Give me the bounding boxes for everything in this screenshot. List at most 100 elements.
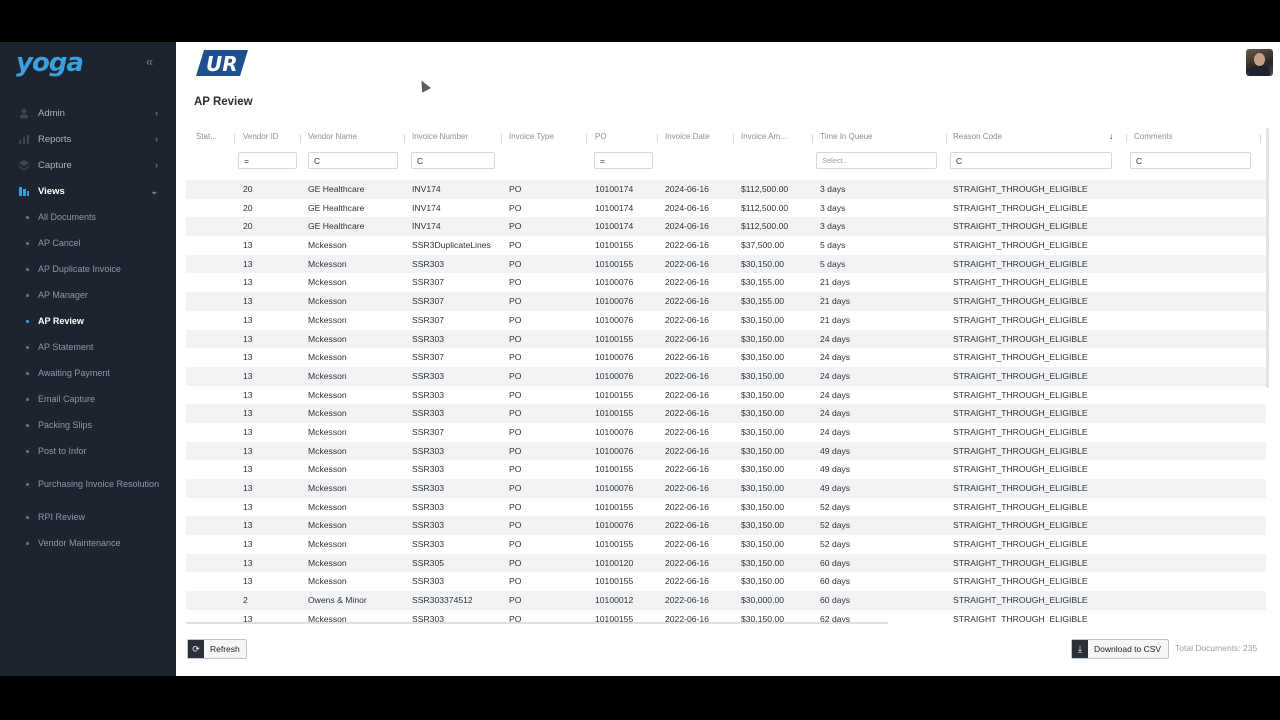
column-separator[interactable] <box>586 134 587 143</box>
user-avatar[interactable] <box>1246 49 1273 76</box>
column-separator[interactable] <box>501 134 502 143</box>
sidebar-item-email-capture[interactable]: Email Capture <box>0 386 176 412</box>
column-header-reason-code[interactable]: Reason Code <box>953 132 1002 141</box>
sidebar-item-rpi-review[interactable]: RPI Review <box>0 504 176 530</box>
sidebar-item-packing-slips[interactable]: Packing Slips <box>0 412 176 438</box>
column-header-comments[interactable]: Comments <box>1134 132 1173 141</box>
table-row[interactable]: 13 Mckesson SSR307 PO 10100076 2022-06-16 $30,… <box>186 311 1266 330</box>
cell-vendor-name: Mckesson <box>308 370 347 381</box>
column-header-po[interactable]: PO <box>595 132 607 141</box>
table-row[interactable]: 13 Mckesson SSR303 PO 10100155 2022-06-16 $30,… <box>186 610 1266 622</box>
sidebar-item-reports[interactable]: Reports › <box>0 126 176 152</box>
sidebar-item-post-to-infor[interactable]: Post to Infor <box>0 438 176 464</box>
column-header-vendor-id[interactable]: Vendor ID <box>243 132 279 141</box>
cell-vendor-id: 13 <box>243 464 253 475</box>
chevron-right-icon: › <box>155 108 158 118</box>
table-row[interactable]: 13 Mckesson SSR303 PO 10100155 2022-06-16 $30,… <box>186 498 1266 517</box>
cell-po: 10100155 <box>595 258 634 269</box>
comments-filter[interactable]: C <box>1130 152 1251 169</box>
yoga-logo[interactable]: yoga <box>16 48 84 78</box>
cell-po: 10100155 <box>595 389 634 400</box>
table-row[interactable]: 20 GE Healthcare INV174 PO 10100174 2024-06-1… <box>186 199 1266 218</box>
column-separator[interactable] <box>300 134 301 143</box>
po-filter[interactable]: = <box>594 152 653 169</box>
column-separator[interactable] <box>1260 134 1261 143</box>
table-row[interactable]: 13 Mckesson SSR303 PO 10100076 2022-06-16 $30,… <box>186 479 1266 498</box>
cell-po: 10100155 <box>595 576 634 587</box>
horizontal-scrollbar[interactable] <box>186 622 888 624</box>
cell-invoice-date: 2022-06-16 <box>665 520 709 531</box>
sidebar-item-capture[interactable]: Capture › <box>0 152 176 178</box>
column-header-vendor-name[interactable]: Vendor Name <box>308 132 357 141</box>
column-separator[interactable] <box>812 134 813 143</box>
sidebar-item-views[interactable]: Views ⌄ <box>0 178 176 204</box>
column-separator[interactable] <box>733 134 734 143</box>
cell-invoice-type: PO <box>509 333 522 344</box>
table-row[interactable]: 13 Mckesson SSR303 PO 10100155 2022-06-16 $30,… <box>186 254 1266 274</box>
cell-vendor-name: Mckesson <box>308 277 347 288</box>
table-row[interactable]: 13 Mckesson SSR303 PO 10100155 2022-06-16 $30,… <box>186 404 1266 423</box>
cell-po: 10100076 <box>595 483 634 493</box>
table-row[interactable]: 13 Mckesson SSR307 PO 10100076 2022-06-16 $30,… <box>186 423 1266 442</box>
cell-invoice-number: SSR303 <box>412 445 445 456</box>
column-header-invoice-number[interactable]: Invoice Number <box>412 132 468 141</box>
sidebar-item-all-documents[interactable]: All Documents <box>0 204 176 230</box>
cell-invoice-amount: $30,150.00 <box>741 445 785 456</box>
vendor-id-filter[interactable]: = <box>238 152 297 169</box>
table-row[interactable]: 2 Owens & Minor SSR303374512 PO 10100012 2022… <box>186 591 1266 610</box>
table-row[interactable]: 20 GE Healthcare INV174 PO 10100174 2024-06-1… <box>186 180 1266 199</box>
table-row[interactable]: 13 Mckesson SSR307 PO 10100076 2022-06-16 $30,… <box>186 292 1266 311</box>
column-header-invoice-type[interactable]: Invoice Type <box>509 132 554 141</box>
sort-descending-icon[interactable]: ↓ <box>1109 131 1114 141</box>
sidebar-item-ap-manager[interactable]: AP Manager <box>0 282 176 308</box>
column-header-status[interactable]: Stat... <box>196 132 217 141</box>
table-row[interactable]: 13 Mckesson SSR307 PO 10100076 2022-06-16 $30,… <box>186 348 1266 367</box>
table-row[interactable]: 13 Mckesson SSR303 PO 10100155 2022-06-16 $30,… <box>186 329 1266 349</box>
refresh-button[interactable]: ⟳ Refresh <box>187 639 247 659</box>
table-row[interactable]: 13 Mckesson SSR303 PO 10100155 2022-06-16 $30,… <box>186 535 1266 554</box>
sidebar-item-ap-cancel[interactable]: AP Cancel <box>0 230 176 256</box>
column-separator[interactable] <box>657 134 658 143</box>
table-row[interactable]: 13 Mckesson SSR303 PO 10100155 2022-06-16 $30,… <box>186 572 1266 591</box>
cell-invoice-date: 2022-06-16 <box>665 258 709 269</box>
time-in-queue-select[interactable]: Select... <box>816 152 937 169</box>
table-row[interactable]: 13 Mckesson SSR303 PO 10100155 2022-06-16 $30,… <box>186 460 1266 479</box>
sidebar-item-ap-review[interactable]: AP Review <box>0 308 176 334</box>
cell-po: 10100076 <box>595 296 634 307</box>
table-row[interactable]: 13 Mckesson SSR305 PO 10100120 2022-06-16 $30,… <box>186 553 1266 573</box>
table-row[interactable]: 13 Mckesson SSR303 PO 10100155 2022-06-16 $30,… <box>186 386 1266 405</box>
column-header-invoice-date[interactable]: Invoice Date <box>665 132 709 141</box>
sidebar-item-admin[interactable]: Admin › <box>0 100 176 126</box>
bullet-icon <box>26 320 29 323</box>
cell-invoice-type: PO <box>509 613 522 622</box>
cell-reason-code: STRAIGHT_THROUGH_ELIGIBLE <box>953 277 1088 288</box>
sidebar-item-vendor-maintenance[interactable]: Vendor Maintenance <box>0 530 176 556</box>
table-row[interactable]: 20 GE Healthcare INV174 PO 10100174 2024-06-1… <box>186 217 1266 237</box>
invoice-number-filter[interactable]: C <box>411 152 495 169</box>
reason-code-filter[interactable]: C <box>950 152 1112 169</box>
cell-time-in-queue: 52 days <box>820 539 851 550</box>
download-csv-button[interactable]: ⤓ Download to CSV <box>1071 639 1169 659</box>
column-separator[interactable] <box>404 134 405 143</box>
column-separator[interactable] <box>234 134 235 143</box>
table-row[interactable]: 13 Mckesson SSR307 PO 10100076 2022-06-16 $30,… <box>186 273 1266 292</box>
table-row[interactable]: 13 Mckesson SSR303 PO 10100076 2022-06-16 $30,… <box>186 516 1266 536</box>
table-row[interactable]: 13 Mckesson SSR303 PO 10100076 2022-06-16 $30,… <box>186 441 1266 461</box>
column-separator[interactable] <box>946 134 947 143</box>
sidebar-item-awaiting-payment[interactable]: Awaiting Payment <box>0 360 176 386</box>
column-header-time-in-queue[interactable]: Time In Queue <box>820 132 873 141</box>
vendor-name-filter[interactable]: C <box>308 152 398 169</box>
table-row[interactable]: 13 Mckesson SSR3DuplicateLines PO 10100155 20… <box>186 236 1266 255</box>
vertical-scrollbar[interactable] <box>1266 128 1269 388</box>
column-header-invoice-amount[interactable]: Invoice Am... <box>741 132 787 141</box>
column-separator[interactable] <box>1126 134 1127 143</box>
cell-vendor-name: GE Healthcare <box>308 184 365 194</box>
sidebar-item-ap-duplicate-invoice[interactable]: AP Duplicate Invoice <box>0 256 176 282</box>
cell-invoice-amount: $30,150.00 <box>741 539 785 550</box>
sidebar-item-ap-statement[interactable]: AP Statement <box>0 334 176 360</box>
cell-time-in-queue: 3 days <box>820 221 846 232</box>
table-row[interactable]: 13 Mckesson SSR303 PO 10100076 2022-06-16 $30,… <box>186 366 1266 386</box>
bullet-icon <box>26 372 29 375</box>
collapse-sidebar-icon[interactable]: « <box>146 54 153 69</box>
sidebar-item-purchasing-invoice-resolution[interactable]: Purchasing Invoice Resolution <box>0 464 176 504</box>
